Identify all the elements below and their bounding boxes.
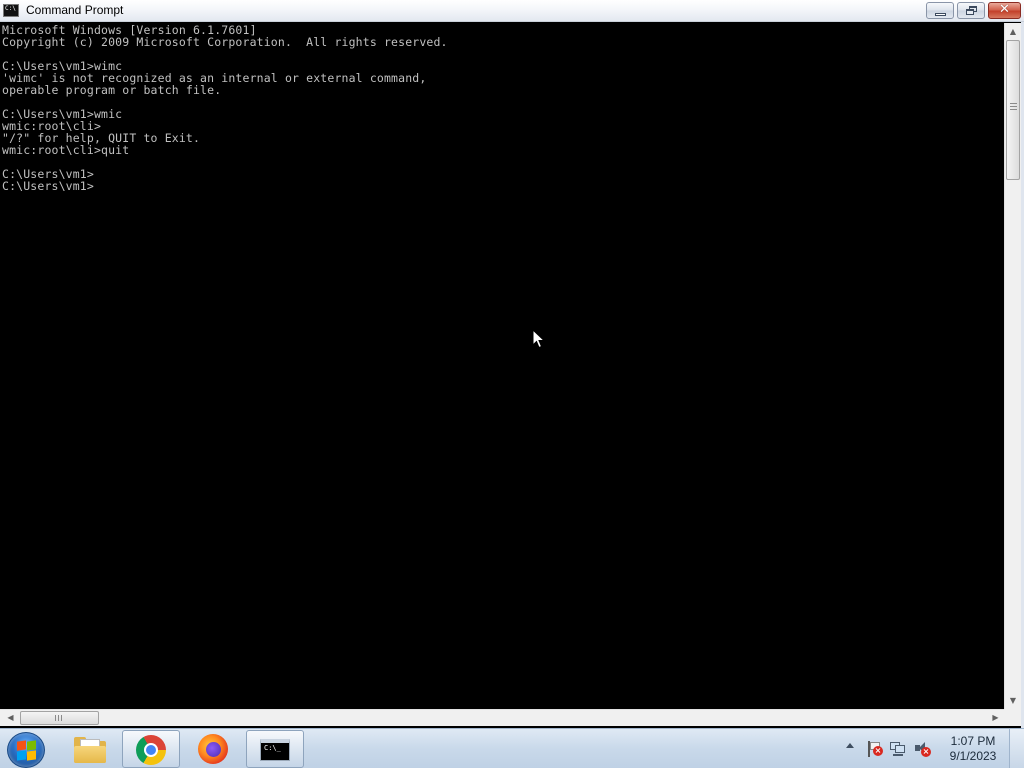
show-desktop-button[interactable] bbox=[1009, 729, 1024, 768]
grip-icon bbox=[55, 715, 62, 721]
vertical-scroll-thumb[interactable] bbox=[1006, 40, 1020, 180]
action-center-flag-icon[interactable]: × bbox=[867, 741, 883, 757]
command-prompt-window: C:\ Command Prompt ✕ Microsoft Windows [… bbox=[0, 0, 1024, 728]
cmd-icon-text: C:\_ bbox=[264, 744, 281, 752]
horizontal-scrollbar[interactable]: ◀ ▶ bbox=[0, 709, 1004, 726]
taskbar-command-prompt[interactable]: C:\_ bbox=[246, 730, 304, 768]
clock-date: 9/1/2023 bbox=[949, 749, 997, 763]
taskbar: C:\_ × × 1:07 PM 9/1/2023 bbox=[0, 728, 1024, 768]
scroll-left-arrow-icon[interactable]: ◀ bbox=[2, 710, 19, 726]
scroll-down-arrow-icon[interactable]: ▼ bbox=[1005, 692, 1021, 709]
mouse-cursor-icon bbox=[532, 329, 546, 349]
folder-icon bbox=[74, 737, 106, 763]
cmd-icon[interactable]: C:\ bbox=[3, 4, 19, 17]
notification-area: × × 1:07 PM 9/1/2023 bbox=[840, 729, 1024, 768]
chrome-icon bbox=[136, 735, 166, 765]
close-button[interactable]: ✕ bbox=[988, 2, 1021, 19]
show-hidden-icons-arrow-icon[interactable] bbox=[846, 743, 854, 748]
console-output[interactable]: Microsoft Windows [Version 6.1.7601] Copy… bbox=[0, 23, 1004, 697]
volume-muted-icon[interactable]: × bbox=[914, 741, 931, 757]
vertical-scrollbar[interactable]: ▲ ▼ bbox=[1004, 23, 1021, 709]
taskbar-mozilla-firefox[interactable] bbox=[184, 730, 242, 768]
start-button[interactable] bbox=[7, 732, 45, 768]
scroll-up-arrow-icon[interactable]: ▲ bbox=[1005, 23, 1021, 40]
restore-button[interactable] bbox=[957, 2, 985, 19]
minimize-icon bbox=[935, 13, 946, 16]
windows-logo-icon bbox=[17, 740, 37, 761]
cmd-icon: C:\_ bbox=[260, 739, 290, 761]
window-title: Command Prompt bbox=[26, 3, 124, 17]
minimize-button[interactable] bbox=[926, 2, 954, 19]
console-line: wmic:root\cli>quit bbox=[2, 143, 130, 157]
system-clock[interactable]: 1:07 PM 9/1/2023 bbox=[940, 734, 1006, 764]
console-text: Microsoft Windows [Version 6.1.7601] Copy… bbox=[2, 24, 448, 192]
console-line: Copyright (c) 2009 Microsoft Corporation… bbox=[2, 35, 448, 49]
restore-icon bbox=[966, 6, 978, 16]
firefox-icon bbox=[198, 734, 228, 764]
console-line: C:\Users\vm1> bbox=[2, 179, 94, 193]
network-icon[interactable] bbox=[890, 741, 906, 757]
title-bar[interactable]: C:\ Command Prompt ✕ bbox=[0, 0, 1024, 22]
taskbar-windows-explorer[interactable] bbox=[61, 730, 119, 768]
console-line: operable program or batch file. bbox=[2, 83, 222, 97]
cmd-icon-text: C:\ bbox=[5, 5, 16, 12]
horizontal-scroll-thumb[interactable] bbox=[20, 711, 99, 725]
close-icon: ✕ bbox=[999, 2, 1010, 17]
clock-time: 1:07 PM bbox=[950, 734, 996, 748]
taskbar-google-chrome[interactable] bbox=[122, 730, 180, 768]
grip-icon bbox=[1010, 103, 1017, 110]
scroll-right-arrow-icon[interactable]: ▶ bbox=[987, 710, 1004, 726]
